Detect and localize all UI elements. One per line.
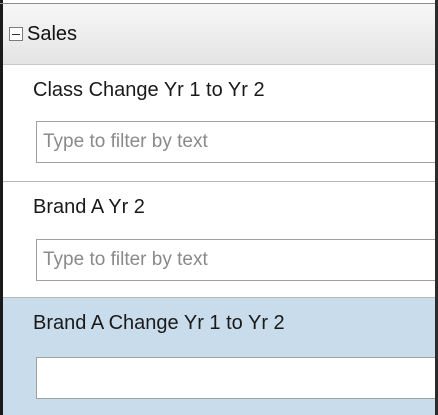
field-label: Brand A Change Yr 1 to Yr 2 (33, 312, 285, 334)
filter-panel: Sales Class Change Yr 1 to Yr 2 Brand A … (0, 0, 438, 415)
filter-row-brand-a-yr2: Brand A Yr 2 (3, 182, 436, 297)
group-header-sales[interactable]: Sales (3, 4, 435, 65)
filter-input-class-change[interactable] (36, 121, 436, 163)
field-label: Class Change Yr 1 to Yr 2 (33, 79, 265, 101)
collapse-icon[interactable] (9, 27, 23, 41)
filter-input-brand-a-change[interactable] (36, 357, 436, 399)
filter-row-class-change: Class Change Yr 1 to Yr 2 (3, 65, 436, 181)
filter-input-brand-a-yr2[interactable] (36, 239, 436, 281)
field-label: Brand A Yr 2 (33, 196, 145, 218)
filter-row-brand-a-change: Brand A Change Yr 1 to Yr 2 (3, 298, 436, 415)
group-title: Sales (27, 22, 78, 45)
